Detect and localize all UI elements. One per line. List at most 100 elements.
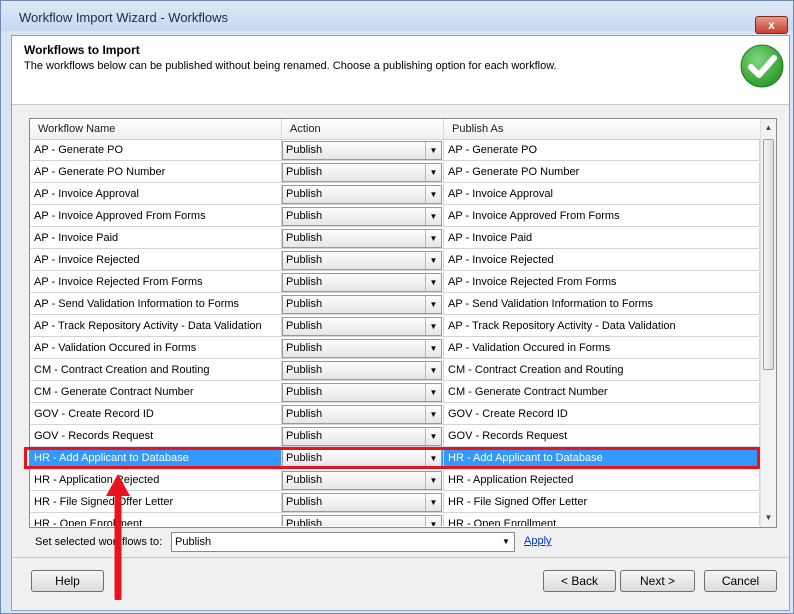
workflow-name-cell[interactable]: AP - Invoice Approval [30, 184, 282, 205]
page-description: The workflows below can be published wit… [24, 60, 557, 72]
table-row[interactable]: AP - Generate PO Number Publish ▼ AP - Gene… [30, 162, 760, 184]
apply-link[interactable]: Apply [524, 535, 552, 547]
table-row[interactable]: AP - Invoice Approval Publish ▼ AP - Invoic… [30, 184, 760, 206]
action-select[interactable]: Publish ▼ [282, 185, 442, 204]
table-row[interactable]: AP - Invoice Rejected From Forms Publish ▼… [30, 272, 760, 294]
action-select[interactable]: Publish ▼ [282, 229, 442, 248]
workflow-name-cell[interactable]: GOV - Create Record ID [30, 404, 282, 425]
table-row[interactable]: HR - Application Rejected Publish ▼ HR - Ap… [30, 470, 760, 492]
action-select[interactable]: Publish ▼ [282, 207, 442, 226]
dropdown-arrow-icon: ▼ [425, 296, 441, 313]
workflow-name-cell[interactable]: AP - Invoice Paid [30, 228, 282, 249]
action-cell: Publish ▼ [282, 206, 444, 227]
scrollbar-thumb[interactable] [763, 139, 774, 370]
publish-as-cell[interactable]: AP - Invoice Paid [444, 228, 760, 249]
close-button[interactable]: x [755, 16, 788, 34]
table-row[interactable]: CM - Generate Contract Number Publish ▼ CM … [30, 382, 760, 404]
bulk-action-label: Set selected workflows to: [35, 536, 163, 548]
workflow-name-cell[interactable]: HR - Add Applicant to Database [30, 448, 282, 469]
workflow-name-cell[interactable]: AP - Generate PO [30, 140, 282, 161]
action-select[interactable]: Publish ▼ [282, 361, 442, 380]
back-button[interactable]: < Back [543, 570, 616, 592]
workflow-name-cell[interactable]: AP - Invoice Rejected [30, 250, 282, 271]
workflow-name-cell[interactable]: AP - Send Validation Information to Form… [30, 294, 282, 315]
action-select[interactable]: Publish ▼ [282, 141, 442, 160]
publish-as-cell[interactable]: HR - Add Applicant to Database [444, 448, 760, 469]
dropdown-arrow-icon: ▼ [425, 230, 441, 247]
action-cell: Publish ▼ [282, 272, 444, 293]
publish-as-cell[interactable]: GOV - Create Record ID [444, 404, 760, 425]
workflow-name-cell[interactable]: AP - Invoice Approved From Forms [30, 206, 282, 227]
publish-as-cell[interactable]: AP - Track Repository Activity - Data Va… [444, 316, 760, 337]
action-select-value: Publish [286, 320, 323, 332]
next-button[interactable]: Next > [620, 570, 695, 592]
action-cell: Publish ▼ [282, 426, 444, 447]
publish-as-cell[interactable]: HR - Application Rejected [444, 470, 760, 491]
table-row[interactable]: CM - Contract Creation and Routing Publis… [30, 360, 760, 382]
publish-as-cell[interactable]: AP - Validation Occured in Forms [444, 338, 760, 359]
cancel-button[interactable]: Cancel [704, 570, 777, 592]
publish-as-cell[interactable]: AP - Invoice Approved From Forms [444, 206, 760, 227]
workflow-name-cell[interactable]: AP - Generate PO Number [30, 162, 282, 183]
workflows-grid[interactable]: Workflow Name Action Publish As AP - Gen… [29, 118, 777, 528]
workflow-name-cell[interactable]: AP - Track Repository Activity - Data Va… [30, 316, 282, 337]
workflow-name-cell[interactable]: GOV - Records Request [30, 426, 282, 447]
action-select[interactable]: Publish ▼ [282, 449, 442, 468]
help-button[interactable]: Help [31, 570, 104, 592]
table-row[interactable]: AP - Generate PO Publish ▼ AP - Generate PO [30, 140, 760, 162]
workflow-name-cell[interactable]: CM - Generate Contract Number [30, 382, 282, 403]
publish-as-cell[interactable]: HR - File Signed Offer Letter [444, 492, 760, 513]
table-row[interactable]: AP - Send Validation Information to Form… [30, 294, 760, 316]
action-select[interactable]: Publish ▼ [282, 251, 442, 270]
action-select[interactable]: Publish ▼ [282, 295, 442, 314]
action-select[interactable]: Publish ▼ [282, 427, 442, 446]
close-icon: x [768, 18, 775, 32]
workflow-name-cell[interactable]: HR - File Signed Offer Letter [30, 492, 282, 513]
table-row[interactable]: HR - Open Enrollment Publish ▼ HR - Open En… [30, 514, 760, 526]
publish-as-cell[interactable]: AP - Generate PO [444, 140, 760, 161]
table-row[interactable]: AP - Invoice Approved From Forms Publish ▼… [30, 206, 760, 228]
bulk-action-select[interactable]: Publish ▼ [171, 532, 515, 552]
table-row[interactable]: AP - Validation Occured in Forms Publish ▼… [30, 338, 760, 360]
table-row[interactable]: HR - Add Applicant to Database Publish ▼ HR… [30, 448, 760, 470]
publish-as-cell[interactable]: AP - Invoice Approval [444, 184, 760, 205]
workflow-name-cell[interactable]: AP - Validation Occured in Forms [30, 338, 282, 359]
column-header-publish-as[interactable]: Publish As [444, 119, 760, 139]
action-select[interactable]: Publish ▼ [282, 163, 442, 182]
green-check-icon [740, 44, 784, 88]
action-select[interactable]: Publish ▼ [282, 493, 442, 512]
vertical-scrollbar[interactable]: ▲ ▼ [760, 119, 776, 527]
scroll-down-arrow-icon[interactable]: ▼ [761, 510, 776, 526]
publish-as-cell[interactable]: CM - Generate Contract Number [444, 382, 760, 403]
publish-as-cell[interactable]: HR - Open Enrollment [444, 514, 760, 526]
table-row[interactable]: GOV - Records Request Publish ▼ GOV - Recor… [30, 426, 760, 448]
action-select[interactable]: Publish ▼ [282, 273, 442, 292]
workflow-name-cell[interactable]: AP - Invoice Rejected From Forms [30, 272, 282, 293]
action-select[interactable]: Publish ▼ [282, 339, 442, 358]
workflow-name-cell[interactable]: HR - Open Enrollment [30, 514, 282, 526]
title-bar[interactable]: Workflow Import Wizard - Workflows x [1, 1, 793, 34]
scroll-up-arrow-icon[interactable]: ▲ [761, 120, 776, 136]
table-row[interactable]: AP - Invoice Paid Publish ▼ AP - Invoice Pa… [30, 228, 760, 250]
action-select[interactable]: Publish ▼ [282, 471, 442, 490]
workflow-name-cell[interactable]: HR - Application Rejected [30, 470, 282, 491]
action-cell: Publish ▼ [282, 404, 444, 425]
table-row[interactable]: AP - Track Repository Activity - Data Va… [30, 316, 760, 338]
action-select[interactable]: Publish ▼ [282, 317, 442, 336]
workflow-name-cell[interactable]: CM - Contract Creation and Routing [30, 360, 282, 381]
table-row[interactable]: AP - Invoice Rejected Publish ▼ AP - Invoic… [30, 250, 760, 272]
column-header-workflow-name[interactable]: Workflow Name [30, 119, 282, 139]
action-select[interactable]: Publish ▼ [282, 405, 442, 424]
publish-as-cell[interactable]: AP - Generate PO Number [444, 162, 760, 183]
table-row[interactable]: GOV - Create Record ID Publish ▼ GOV - Crea… [30, 404, 760, 426]
action-select[interactable]: Publish ▼ [282, 383, 442, 402]
action-select[interactable]: Publish ▼ [282, 515, 442, 526]
dropdown-arrow-icon: ▼ [425, 516, 441, 526]
publish-as-cell[interactable]: GOV - Records Request [444, 426, 760, 447]
publish-as-cell[interactable]: AP - Invoice Rejected [444, 250, 760, 271]
publish-as-cell[interactable]: CM - Contract Creation and Routing [444, 360, 760, 381]
column-header-action[interactable]: Action [282, 119, 444, 139]
publish-as-cell[interactable]: AP - Invoice Rejected From Forms [444, 272, 760, 293]
publish-as-cell[interactable]: AP - Send Validation Information to Form… [444, 294, 760, 315]
table-row[interactable]: HR - File Signed Offer Letter Publish ▼ HR … [30, 492, 760, 514]
